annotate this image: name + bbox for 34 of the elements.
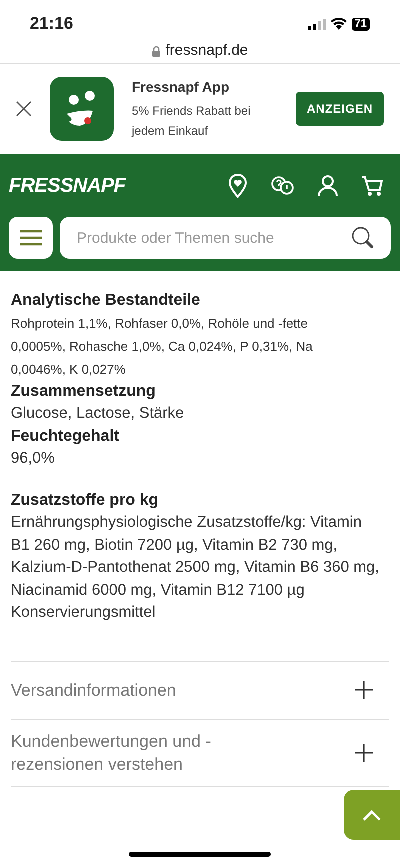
app-title: Fressnapf App bbox=[132, 78, 230, 97]
section-text: Glucose, Lactose, Stärke bbox=[11, 404, 186, 424]
section-heading: Analytische Bestandteile bbox=[11, 291, 202, 311]
plus-icon bbox=[355, 681, 373, 699]
section-text: Ernährungsphysiologische Zusatzstoffe/kg: Vitamin B1 260 mg, Biotin 7200 µg, Vitamin B2 730 mg, Kalzium-D-Pantothenat 2500 mg, Vitamin B6 360 mg, Niacinamid 6000 mg, Vitamin B12 7100 µg Konservierungsmittel bbox=[11, 513, 380, 623]
url-text[interactable]: fressnapf.de bbox=[166, 40, 248, 63]
fressnapf-logo[interactable]: FRESSNAPF bbox=[9, 170, 126, 200]
accordion-item[interactable]: Versandinformationen bbox=[11, 662, 389, 720]
scroll-top-button[interactable] bbox=[344, 790, 400, 840]
search-field[interactable]: Produkte oder Themen suche bbox=[60, 217, 391, 259]
section-text: 96,0% bbox=[11, 448, 56, 468]
app-logo-icon bbox=[50, 77, 114, 141]
cart-icon[interactable] bbox=[361, 174, 383, 196]
section-text: Rohprotein 1,1%, Rohfaser 0,0%, Rohöle und -fette 0,0005%, Rohasche 1,0%, Ca 0,024%, P 0,31%, Na 0,0046%, K 0,027% bbox=[11, 315, 314, 379]
location-heart-icon[interactable] bbox=[228, 174, 248, 198]
section-heading: Zusammensetzung bbox=[11, 382, 157, 402]
section-heading: Zusatzstoffe pro kg bbox=[11, 491, 160, 511]
section-heading: Feuchtegehalt bbox=[11, 426, 120, 446]
help-chat-icon[interactable] bbox=[271, 174, 295, 196]
status-time: 21:16 bbox=[30, 13, 74, 36]
menu-button[interactable] bbox=[9, 217, 53, 259]
battery-icon: 71 bbox=[352, 18, 370, 30]
app-subtitle: 5% Friends Rabatt bei jedem Einkauf bbox=[132, 103, 252, 140]
close-icon[interactable] bbox=[16, 101, 32, 117]
wifi-icon bbox=[330, 18, 347, 30]
chevron-up-icon bbox=[363, 810, 381, 820]
search-icon[interactable] bbox=[351, 226, 375, 250]
user-icon[interactable] bbox=[318, 174, 338, 196]
plus-icon bbox=[355, 744, 373, 762]
show-app-button[interactable]: ANZEIGEN bbox=[296, 92, 384, 126]
menu-icon bbox=[20, 230, 42, 246]
accordion-item[interactable]: Kundenbewertungen und -rezensionen verstehen bbox=[11, 720, 389, 786]
lock-icon bbox=[152, 46, 161, 57]
signal-icon bbox=[308, 18, 326, 30]
